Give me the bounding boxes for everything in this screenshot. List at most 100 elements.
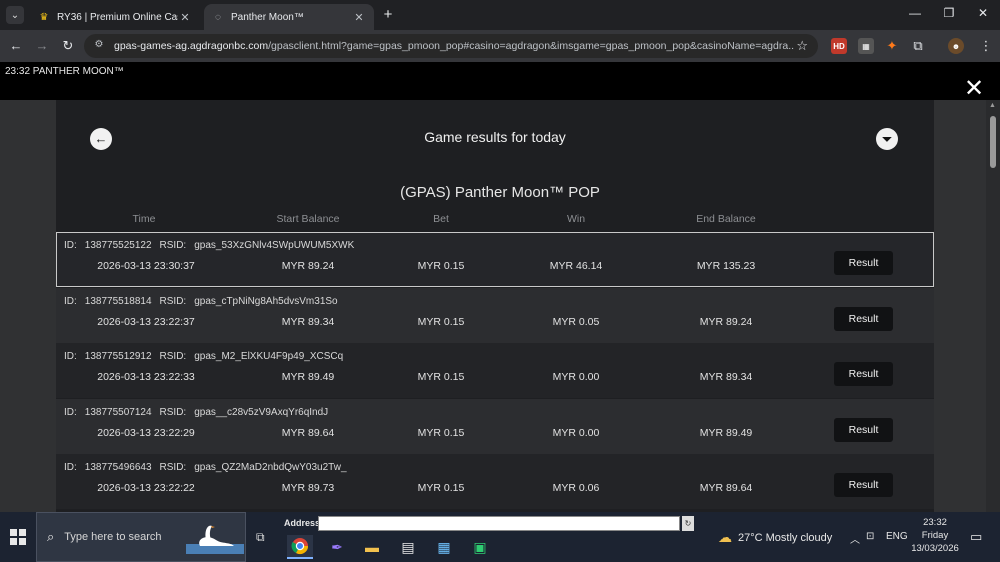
row-time: 2026-03-13 23:30:37: [97, 260, 195, 272]
row-end-balance: MYR 89.34: [699, 371, 753, 383]
results-panel: ← Game results for today ⏷ (GPAS) Panthe…: [56, 100, 934, 512]
puzzle-extension-icon[interactable]: ▦: [858, 38, 874, 54]
results-title: Game results for today: [424, 129, 566, 145]
close-game-icon[interactable]: ✕: [961, 76, 987, 102]
result-button[interactable]: Result: [834, 362, 893, 386]
row-bet: MYR 0.15: [417, 371, 465, 383]
page-scrollbar[interactable]: ▲: [986, 100, 1000, 512]
game-page: 23:32 PANTHER MOON™ ✕ ← Game results for…: [0, 62, 1000, 512]
result-button[interactable]: Result: [834, 418, 893, 442]
tab-panther-moon[interactable]: ◌ Panther Moon™ ✕: [204, 4, 374, 30]
swan-search-highlight-icon: [186, 525, 244, 554]
row-bet: MYR 0.15: [417, 316, 465, 328]
game-caption: 23:32 PANTHER MOON™: [5, 66, 124, 77]
spreadsheet-taskbar-icon[interactable]: ▣: [467, 535, 493, 559]
tab-search-icon[interactable]: ⌄: [6, 6, 24, 24]
row-rsid: gpas_QZ2MaD2nbdQwY03u2Tw_: [194, 462, 347, 473]
row-start-balance: MYR 89.49: [281, 371, 335, 383]
task-view-icon[interactable]: ⧉: [256, 530, 265, 545]
menu-kebab-icon[interactable]: ⋮: [978, 38, 994, 54]
system-clock[interactable]: 23:32 Friday 13/03/2026: [904, 516, 966, 555]
filter-icon[interactable]: ⏷: [876, 128, 898, 150]
notepad-taskbar-icon[interactable]: ▤: [395, 535, 421, 559]
extensions-icon[interactable]: ⧉: [910, 38, 926, 54]
row-id: 138775507124: [84, 407, 152, 418]
tab-title: Panther Moon™: [231, 11, 304, 23]
result-row[interactable]: ID: 138775507124 RSID: gpas__c28v5zV9AxqYr6…: [56, 399, 934, 454]
minimize-icon[interactable]: —: [906, 6, 924, 20]
row-time: 2026-03-13 23:22:29: [97, 427, 195, 439]
row-win: MYR 0.00: [552, 427, 600, 439]
row-rsid: gpas__c28v5zV9AxqYr6qIndJ: [194, 407, 329, 418]
forward-icon[interactable]: →: [34, 38, 50, 54]
row-time: 2026-03-13 23:22:22: [97, 482, 195, 494]
row-end-balance: MYR 135.23: [696, 260, 756, 272]
address-bar[interactable]: ⚙ gpas-games-ag.agdragonbc.com/gpasclien…: [84, 34, 818, 58]
row-rsid: gpas_53XzGNlv4SWpUWUM5XWK: [194, 240, 355, 251]
window-close-icon[interactable]: ✕: [974, 6, 992, 20]
row-ids: ID: 138775525122 RSID: gpas_53XzGNlv4SWpUWU…: [64, 240, 355, 251]
scrollbar-thumb[interactable]: [990, 116, 996, 168]
cloud-icon: ☁: [718, 529, 732, 545]
search-icon: ⌕: [47, 529, 55, 544]
row-bet: MYR 0.15: [417, 260, 465, 272]
browser-tab-strip: ⌄ ♛ RY36 | Premium Online Casino ✕ ◌ Pan…: [0, 0, 1000, 30]
tray-chevron-icon[interactable]: ︿: [850, 531, 860, 546]
result-button[interactable]: Result: [834, 251, 893, 275]
site-info-icon[interactable]: ⚙: [92, 39, 106, 53]
weather-text: 27°C Mostly cloudy: [738, 531, 833, 544]
windows-taskbar: ⌕ Type here to search ⧉ Address ↻ ✒ ▬ ▤ …: [0, 512, 1000, 562]
row-id: 138775496643: [84, 462, 152, 473]
row-end-balance: MYR 89.49: [699, 427, 753, 439]
row-rsid: gpas_M2_ElXKU4F9p49_XCSCq: [194, 351, 344, 362]
notification-icon[interactable]: ▭: [970, 529, 982, 545]
row-start-balance: MYR 89.34: [281, 316, 335, 328]
windows-start-icon[interactable]: [10, 529, 26, 545]
network-icon[interactable]: ⊡: [866, 531, 874, 542]
back-icon[interactable]: ←: [8, 38, 24, 54]
tab-close-icon[interactable]: ✕: [352, 10, 366, 24]
scroll-up-icon[interactable]: ▲: [989, 102, 996, 109]
tab-title: RY36 | Premium Online Casino: [57, 11, 178, 23]
file-explorer-taskbar-icon[interactable]: ▬: [359, 535, 385, 559]
result-row[interactable]: ID: 138775496643 RSID: gpas_QZ2MaD2nbdQwY03…: [56, 454, 934, 509]
reload-icon[interactable]: ↻: [60, 38, 76, 54]
row-time: 2026-03-13 23:22:37: [97, 316, 195, 328]
row-win: MYR 0.06: [552, 482, 600, 494]
page-favicon-icon: ◌: [215, 11, 221, 23]
result-row[interactable]: ID: 138775525122 RSID: gpas_53XzGNlv4SWpUWU…: [56, 232, 934, 287]
hd-extension-icon[interactable]: HD: [831, 38, 847, 54]
row-win: MYR 0.00: [552, 371, 600, 383]
row-bet: MYR 0.15: [417, 427, 465, 439]
profile-avatar-icon[interactable]: ☻: [948, 38, 964, 54]
row-id: 138775525122: [84, 240, 152, 251]
fox-extension-icon[interactable]: ✦: [884, 38, 900, 54]
address-toolbar-input[interactable]: [318, 516, 680, 531]
weather-widget[interactable]: ☁ 27°C Mostly cloudy: [718, 529, 832, 546]
tab-close-icon[interactable]: ✕: [178, 10, 192, 24]
row-start-balance: MYR 89.73: [281, 482, 335, 494]
row-rsid: gpas_cTpNiNg8Ah5dvsVm31So: [194, 296, 338, 307]
feather-app-taskbar-icon[interactable]: ✒: [324, 535, 350, 559]
row-start-balance: MYR 89.64: [281, 427, 335, 439]
row-id: 138775512912: [84, 351, 152, 362]
row-id: 138775518814: [84, 296, 152, 307]
restore-icon[interactable]: ❐: [940, 6, 958, 20]
row-end-balance: MYR 89.64: [699, 482, 753, 494]
new-tab-icon[interactable]: +: [380, 7, 396, 23]
result-row[interactable]: ID: 138775512912 RSID: gpas_M2_ElXKU4F9p49_…: [56, 343, 934, 398]
row-win: MYR 46.14: [549, 260, 603, 272]
chrome-taskbar-icon[interactable]: [287, 535, 313, 559]
row-ids: ID: 138775512912 RSID: gpas_M2_ElXKU4F9p49_…: [64, 351, 344, 362]
bookmark-star-icon[interactable]: ☆: [796, 38, 808, 54]
result-row[interactable]: ID: 138775518814 RSID: gpas_cTpNiNg8Ah5dvsV…: [56, 288, 934, 343]
column-header-win: Win: [566, 213, 586, 225]
tab-ry36[interactable]: ♛ RY36 | Premium Online Casino ✕: [30, 4, 200, 30]
address-go-icon[interactable]: ↻: [682, 516, 694, 531]
game-header-bar: 23:32 PANTHER MOON™ ✕: [0, 62, 1000, 102]
result-button[interactable]: Result: [834, 307, 893, 331]
result-button[interactable]: Result: [834, 473, 893, 497]
address-toolbar-label: Address: [284, 518, 321, 528]
row-start-balance: MYR 89.24: [281, 260, 335, 272]
calculator-taskbar-icon[interactable]: ▦: [431, 535, 457, 559]
